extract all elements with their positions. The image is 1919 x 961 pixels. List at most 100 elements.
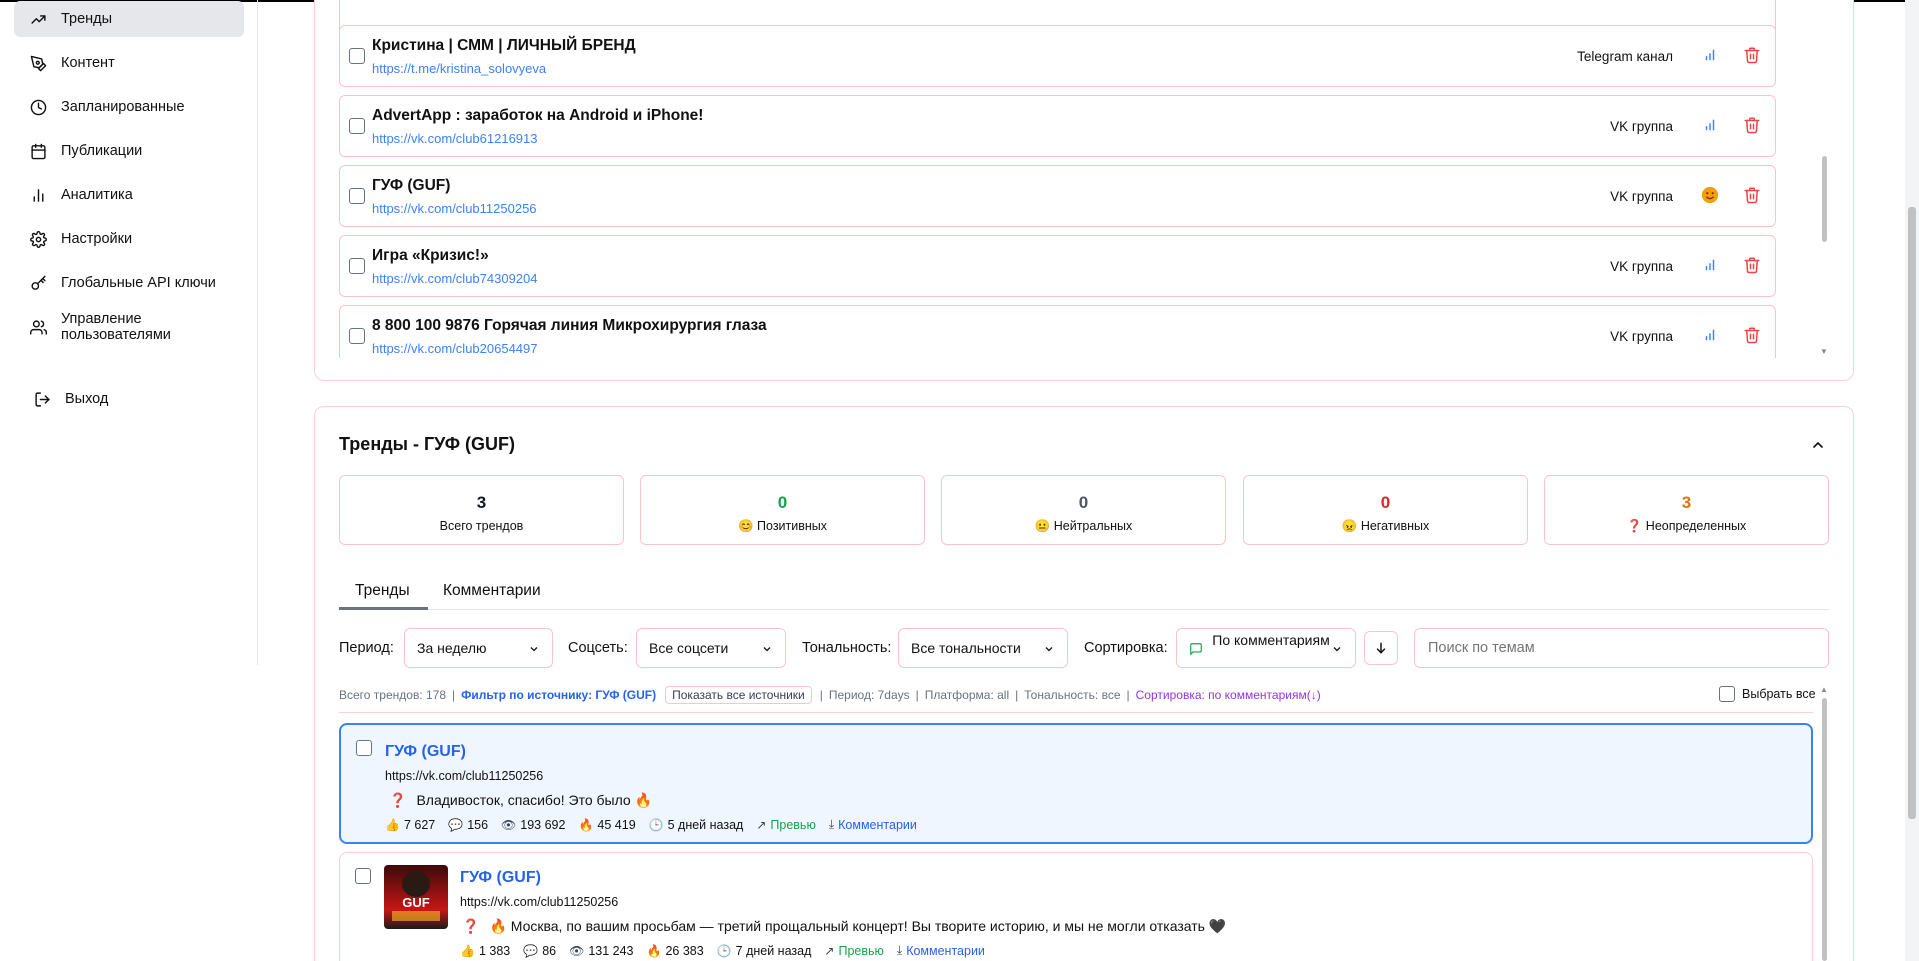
trend-text: ❓ Владивосток, спасибо! Это было 🔥	[389, 792, 653, 808]
trend-url: https://vk.com/club11250256	[385, 769, 544, 783]
trend-item[interactable]: GUF ГУФ (GUF) https://vk.com/club1125025…	[339, 852, 1813, 961]
trash-icon[interactable]	[1743, 46, 1761, 64]
trash-icon[interactable]	[1743, 186, 1761, 204]
source-name: Кристина | СММ | ЛИЧНЫЙ БРЕНД	[372, 37, 636, 54]
bar-chart-icon[interactable]	[1701, 326, 1719, 344]
sidebar-item-label: Контент	[61, 55, 115, 71]
source-checkbox[interactable]	[349, 258, 365, 274]
sidebar-item-users[interactable]: Управление пользователями	[14, 309, 244, 345]
comments-link[interactable]: Комментарии	[838, 818, 917, 832]
source-platform: VK группа	[1610, 259, 1673, 274]
preview-link[interactable]: Превью	[838, 944, 883, 958]
period-meta-text: Период: 7days	[828, 688, 910, 702]
source-checkbox[interactable]	[349, 328, 365, 344]
clock-icon: 🕒	[716, 943, 732, 958]
logout-label: Выход	[65, 391, 109, 407]
trend-thumbnail[interactable]: GUF	[384, 865, 448, 929]
trend-text: ❓ 🔥 Москва, по вашим просьбам — третий пр…	[462, 918, 1227, 934]
platform-meta-text: Платформа: all	[924, 688, 1010, 702]
sidebar-item-publications[interactable]: Публикации	[14, 133, 244, 169]
sidebar-item-analytics[interactable]: Аналитика	[14, 177, 244, 213]
total-trends-text: Всего трендов: 178	[339, 688, 447, 702]
source-row: Кристина | СММ | ЛИЧНЫЙ БРЕНД https://t.…	[339, 25, 1776, 87]
chevron-down-icon	[1333, 647, 1341, 652]
logout-button[interactable]: Выход	[18, 381, 248, 417]
topic-search-input[interactable]	[1414, 628, 1829, 668]
source-checkbox[interactable]	[349, 48, 365, 64]
trend-stats: 👍 1 383 💬 86 👁 131 243 🔥 26 383 🕒 7 дней наза…	[460, 943, 985, 958]
preview-link[interactable]: Превью	[770, 818, 815, 832]
tone-label: Тональность:	[802, 640, 892, 656]
stat-positive: 0 😊 Позитивных	[640, 475, 925, 545]
stat-label: 😠 Негативных	[1341, 519, 1430, 533]
chevron-down-icon	[530, 647, 538, 652]
period-select[interactable]: За неделю	[404, 628, 553, 668]
sources-scrollbar-thumb[interactable]	[1822, 156, 1827, 242]
source-name: ГУФ (GUF)	[372, 177, 451, 194]
source-name: 8 800 100 9876 Горячая линия Микрохирург…	[372, 317, 767, 334]
sort-select[interactable]: По комментариям	[1176, 628, 1356, 668]
trend-item[interactable]: ГУФ (GUF) https://vk.com/club11250256 ❓ В…	[339, 723, 1813, 844]
thumbnail-banner	[392, 911, 440, 921]
arrow-down-icon	[1376, 642, 1386, 654]
views-count: 131 243	[588, 943, 634, 958]
sidebar-item-label: Тренды	[61, 11, 113, 27]
social-label: Соцсеть:	[568, 640, 628, 656]
download-icon: ⤓	[828, 817, 835, 831]
source-url[interactable]: https://vk.com/club61216913	[372, 131, 538, 146]
source-row: AdvertApp : заработок на Android и iPhon…	[339, 95, 1776, 157]
scroll-down-arrow-icon[interactable]: ▼	[1820, 347, 1828, 356]
chevron-up-icon[interactable]	[1810, 437, 1826, 453]
sidebar-item-api-keys[interactable]: Глобальные API ключи	[14, 265, 244, 301]
source-row: ГУФ (GUF) https://vk.com/club11250256 VK…	[339, 165, 1776, 227]
trend-checkbox[interactable]	[355, 868, 371, 884]
trends-scrollbar-thumb[interactable]	[1822, 698, 1827, 961]
source-checkbox[interactable]	[349, 188, 365, 204]
trash-icon[interactable]	[1743, 256, 1761, 274]
trend-title[interactable]: ГУФ (GUF)	[385, 743, 466, 761]
sort-value: По комментариям	[1212, 632, 1330, 648]
trend-checkbox[interactable]	[356, 740, 372, 756]
tab-trends[interactable]: Тренды	[355, 582, 410, 600]
sidebar-item-trends[interactable]: Тренды	[14, 1, 244, 37]
stat-value: 0	[1380, 493, 1391, 512]
period-label: Период:	[339, 640, 394, 656]
source-checkbox[interactable]	[349, 118, 365, 134]
select-all-checkbox[interactable]	[1719, 686, 1735, 702]
pen-tool-icon	[30, 55, 47, 71]
users-icon	[30, 319, 47, 335]
source-platform: VK группа	[1610, 119, 1673, 134]
gear-icon	[30, 230, 47, 248]
stat-label: 😊 Позитивных	[737, 519, 828, 533]
question-icon: ❓	[1626, 519, 1643, 533]
views-count: 193 692	[520, 817, 566, 832]
sidebar-item-content[interactable]: Контент	[14, 45, 244, 81]
page-scrollbar-thumb[interactable]	[1908, 207, 1916, 819]
social-select[interactable]: Все соцсети	[636, 628, 786, 668]
source-url[interactable]: https://vk.com/club11250256	[372, 201, 537, 216]
sidebar-item-scheduled[interactable]: Запланированные	[14, 89, 244, 125]
calendar-icon	[31, 143, 46, 159]
trend-title[interactable]: ГУФ (GUF)	[460, 869, 541, 887]
comments-link[interactable]: Комментарии	[906, 944, 985, 958]
show-all-sources-button[interactable]: Показать все источники	[665, 686, 812, 704]
scroll-up-arrow-icon[interactable]: ▲	[1820, 685, 1828, 694]
source-url[interactable]: https://t.me/kristina_solovyeva	[372, 61, 546, 76]
stat-value: 0	[777, 493, 788, 512]
neutral-emoji-icon: 😐	[1034, 519, 1051, 533]
engagement-count: 45 419	[597, 817, 636, 832]
smile-emoji-icon[interactable]	[1701, 186, 1719, 204]
trash-icon[interactable]	[1743, 326, 1761, 344]
sort-direction-button[interactable]	[1364, 631, 1398, 665]
tone-meta-text: Тональность: все	[1024, 688, 1121, 702]
select-all-label: Выбрать все	[1742, 687, 1816, 701]
bar-chart-icon[interactable]	[1701, 116, 1719, 134]
tab-comments[interactable]: Комментарии	[443, 582, 541, 600]
sidebar-item-settings[interactable]: Настройки	[14, 221, 244, 257]
source-url[interactable]: https://vk.com/club20654497	[372, 341, 538, 356]
bar-chart-icon[interactable]	[1701, 256, 1719, 274]
bar-chart-icon[interactable]	[1701, 46, 1719, 64]
tone-select[interactable]: Все тональности	[898, 628, 1068, 668]
trash-icon[interactable]	[1743, 116, 1761, 134]
source-url[interactable]: https://vk.com/club74309204	[372, 271, 538, 286]
